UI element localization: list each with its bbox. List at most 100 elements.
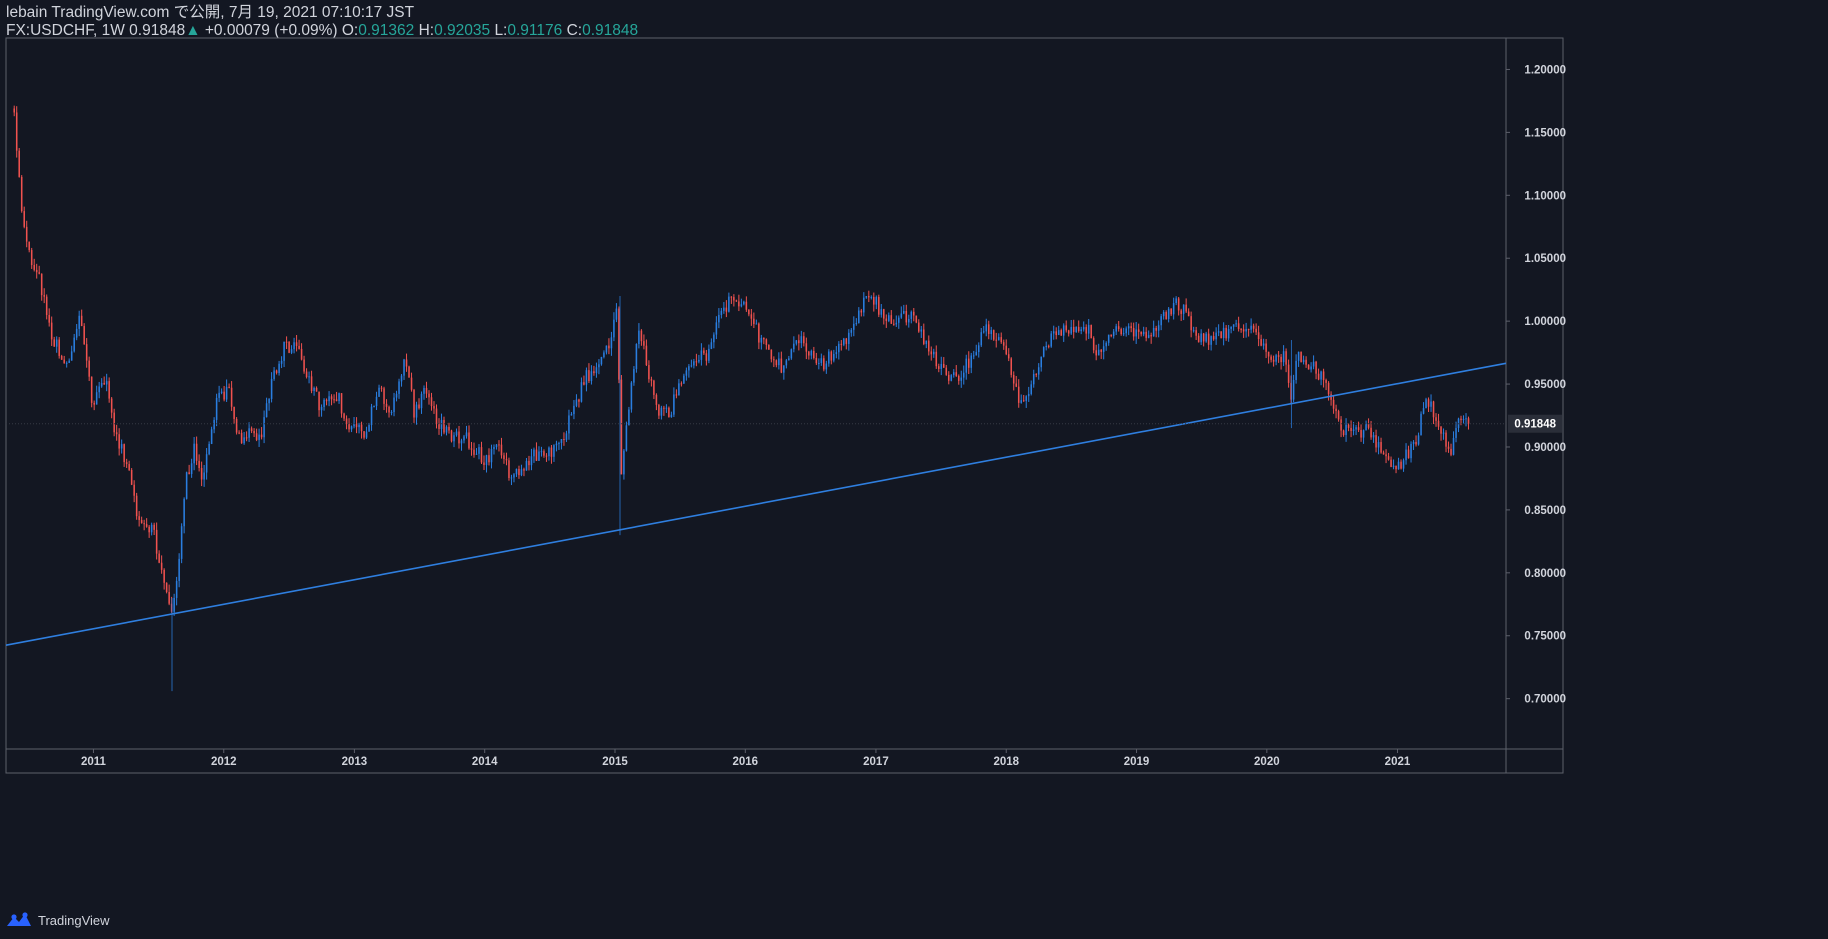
candle-up — [1302, 359, 1305, 363]
candle-down — [153, 524, 155, 530]
candle-down — [675, 394, 678, 396]
candle-up — [977, 345, 980, 353]
candle-down — [245, 437, 248, 439]
candle-down — [840, 343, 843, 345]
candle-up — [555, 443, 558, 446]
candle-down — [255, 433, 258, 440]
candle-up — [820, 358, 823, 363]
candle-down — [85, 344, 88, 361]
price-tick-label: 0.80000 — [1524, 568, 1566, 580]
candle-up — [1455, 428, 1457, 438]
candle-down — [473, 449, 475, 455]
candle-up — [400, 375, 403, 382]
candle-up — [688, 366, 690, 371]
candle-down — [443, 419, 445, 433]
candle-down — [1322, 371, 1325, 380]
candle-down — [1305, 359, 1307, 365]
candle-down — [223, 391, 225, 400]
candle-up — [258, 434, 260, 440]
candle-up — [530, 456, 533, 466]
candle-up — [1282, 351, 1285, 363]
candle-up — [1262, 343, 1265, 346]
candle-up — [280, 360, 283, 364]
candle-down — [330, 396, 333, 400]
candle-up — [225, 386, 228, 400]
candle-down — [640, 330, 643, 342]
candle-down — [992, 330, 995, 340]
candle-down — [1197, 335, 1200, 343]
candle-up — [613, 319, 615, 338]
candle-down — [148, 526, 150, 533]
footer-brand[interactable]: TradingView — [6, 909, 110, 931]
candle-down — [48, 314, 50, 323]
candle-up — [358, 424, 360, 428]
candle-up — [1070, 326, 1072, 334]
price-tick-label: 0.75000 — [1524, 631, 1566, 643]
price-chart[interactable]: 1.20000 1.15000 1.10000 1.05000 1.00000 0.950… — [0, 0, 1828, 939]
candle-up — [1182, 304, 1185, 314]
candle-up — [1175, 298, 1177, 304]
candle-up — [903, 310, 905, 314]
candle-up — [1235, 323, 1237, 325]
candle-up — [378, 387, 380, 397]
candle-down — [38, 272, 40, 274]
candle-up — [495, 444, 498, 448]
candle-down — [1010, 358, 1013, 375]
candle-down — [535, 449, 538, 461]
candle-down — [1440, 426, 1442, 434]
candle-up — [1405, 449, 1407, 461]
price-tick-label: 0.70000 — [1524, 694, 1566, 706]
candle-down — [1357, 427, 1360, 430]
candle-up — [248, 428, 250, 438]
candle-up — [788, 358, 790, 361]
candle-down — [145, 524, 148, 527]
candle-up — [570, 414, 573, 416]
candle-down — [913, 311, 915, 316]
candle-down — [40, 273, 43, 296]
candle-down — [1137, 329, 1140, 332]
candle-down — [1012, 374, 1015, 384]
candle-up — [1160, 316, 1162, 326]
candle-down — [1055, 331, 1057, 336]
candle-down — [110, 398, 113, 413]
candle-down — [518, 468, 520, 476]
candle-up — [1310, 366, 1312, 370]
candle-up — [1172, 303, 1175, 315]
candle-up — [525, 460, 528, 471]
candle-down — [1287, 364, 1290, 383]
candle-down — [1272, 359, 1275, 362]
candle-down — [1002, 342, 1005, 346]
candle-down — [1307, 364, 1310, 370]
candle-up — [855, 322, 858, 324]
candle-up — [1362, 430, 1365, 438]
candle-up — [368, 425, 370, 432]
candle-up — [1057, 330, 1060, 336]
candle-up — [263, 417, 265, 438]
candle-down — [1337, 411, 1340, 420]
candle-down — [458, 431, 460, 444]
candle-down — [155, 529, 158, 554]
candle-down — [470, 448, 473, 450]
candle-down — [1350, 427, 1352, 431]
candle-up — [220, 391, 223, 393]
candle-down — [1280, 356, 1282, 363]
candle-down — [923, 329, 925, 344]
candle-down — [115, 432, 118, 435]
candle-down — [745, 301, 748, 310]
candle-down — [578, 399, 580, 402]
candle-down — [1187, 311, 1190, 317]
candle-down — [483, 462, 485, 466]
candle-up — [1112, 331, 1115, 337]
candle-down — [438, 423, 440, 429]
candle-up — [218, 392, 220, 398]
candle-down — [1315, 361, 1317, 374]
candle-up — [375, 396, 378, 407]
candle-down — [230, 387, 233, 407]
price-tick-label: 0.85000 — [1524, 505, 1566, 517]
candle-up — [313, 387, 315, 391]
candle-up — [1275, 355, 1277, 362]
candle-up — [1030, 384, 1033, 394]
candle-down — [1092, 338, 1095, 351]
candle-up — [1062, 325, 1065, 336]
candle-down — [680, 383, 683, 385]
